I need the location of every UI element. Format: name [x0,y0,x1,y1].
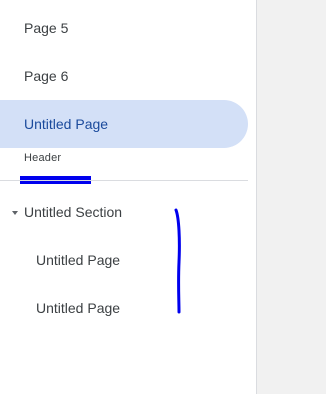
blue-stroke-annotation [174,208,181,314]
app-window: Page 5 Page 6 Untitled Page Header Untit… [0,0,326,394]
